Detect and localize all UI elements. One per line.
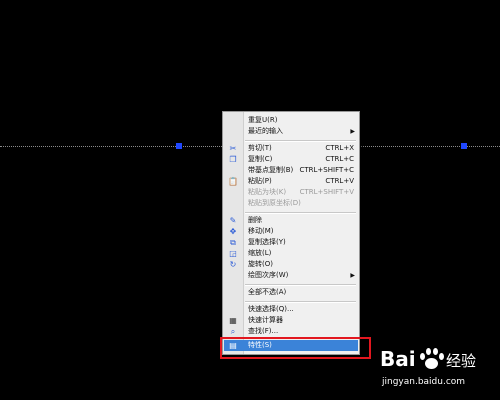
menu-item-copy-selection[interactable]: ⧉ 复制选择(Y) — [224, 237, 358, 248]
menu-item-erase[interactable]: ✎ 删除 — [224, 215, 358, 226]
menu-separator — [245, 301, 356, 303]
menu-item-recent-input[interactable]: 最近的输入 ▶ — [224, 126, 358, 137]
menu-item-copy[interactable]: ❐ 复制(C) CTRL+C — [224, 154, 358, 165]
menu-item-cut[interactable]: ✂ 剪切(T) CTRL+X — [224, 143, 358, 154]
menu-item-repeat[interactable]: 重复U(R) — [224, 115, 358, 126]
menu-item-copy-with-base-point[interactable]: 带基点复制(B) CTRL+SHIFT+C — [224, 165, 358, 176]
paste-icon: 📋 — [228, 177, 238, 186]
menu-separator — [245, 212, 356, 214]
menu-item-rotate[interactable]: ↻ 旋转(O) — [224, 259, 358, 270]
menu-separator — [245, 284, 356, 286]
submenu-arrow-icon: ▶ — [350, 272, 355, 279]
rotate-icon: ↻ — [229, 260, 237, 269]
highlight-box — [220, 337, 371, 359]
menu-item-paste-as-block[interactable]: 粘贴为块(K) CTRL+SHIFT+V — [224, 187, 358, 198]
copy-selection-icon: ⧉ — [230, 238, 236, 247]
menu-separator — [245, 140, 356, 142]
menu-item-quick-calc[interactable]: ▦ 快速计算器 — [224, 315, 358, 326]
baidu-jingyan-watermark: Bai 经验 jingyan.baidu.com — [380, 347, 477, 387]
calculator-icon: ▦ — [229, 316, 237, 325]
scissors-icon: ✂ — [229, 144, 237, 153]
context-menu: 重复U(R) 最近的输入 ▶ ✂ 剪切(T) CTRL+X ❐ 复制(C) CT… — [222, 111, 360, 355]
menu-item-scale[interactable]: ◲ 缩放(L) — [224, 248, 358, 259]
menu-item-quick-select[interactable]: 快速选择(Q)... — [224, 304, 358, 315]
menu-item-draw-order[interactable]: 绘图次序(W) ▶ — [224, 270, 358, 281]
menu-item-paste-original-coords[interactable]: 粘贴到原坐标(D) — [224, 198, 358, 209]
move-icon: ✥ — [229, 227, 237, 236]
menu-item-deselect-all[interactable]: 全部不选(A) — [224, 287, 358, 298]
menu-item-find[interactable]: ⌕ 查找(F)... — [224, 326, 358, 337]
baidu-paw-icon — [418, 347, 444, 371]
line-grip-right[interactable] — [461, 143, 467, 149]
erase-icon: ✎ — [229, 216, 237, 225]
menu-item-paste[interactable]: 📋 粘贴(P) CTRL+V — [224, 176, 358, 187]
find-icon: ⌕ — [230, 327, 236, 336]
line-grip-left[interactable] — [176, 143, 182, 149]
menu-item-move[interactable]: ✥ 移动(M) — [224, 226, 358, 237]
copy-icon: ❐ — [229, 155, 237, 164]
submenu-arrow-icon: ▶ — [350, 128, 355, 135]
scale-icon: ◲ — [229, 249, 237, 258]
